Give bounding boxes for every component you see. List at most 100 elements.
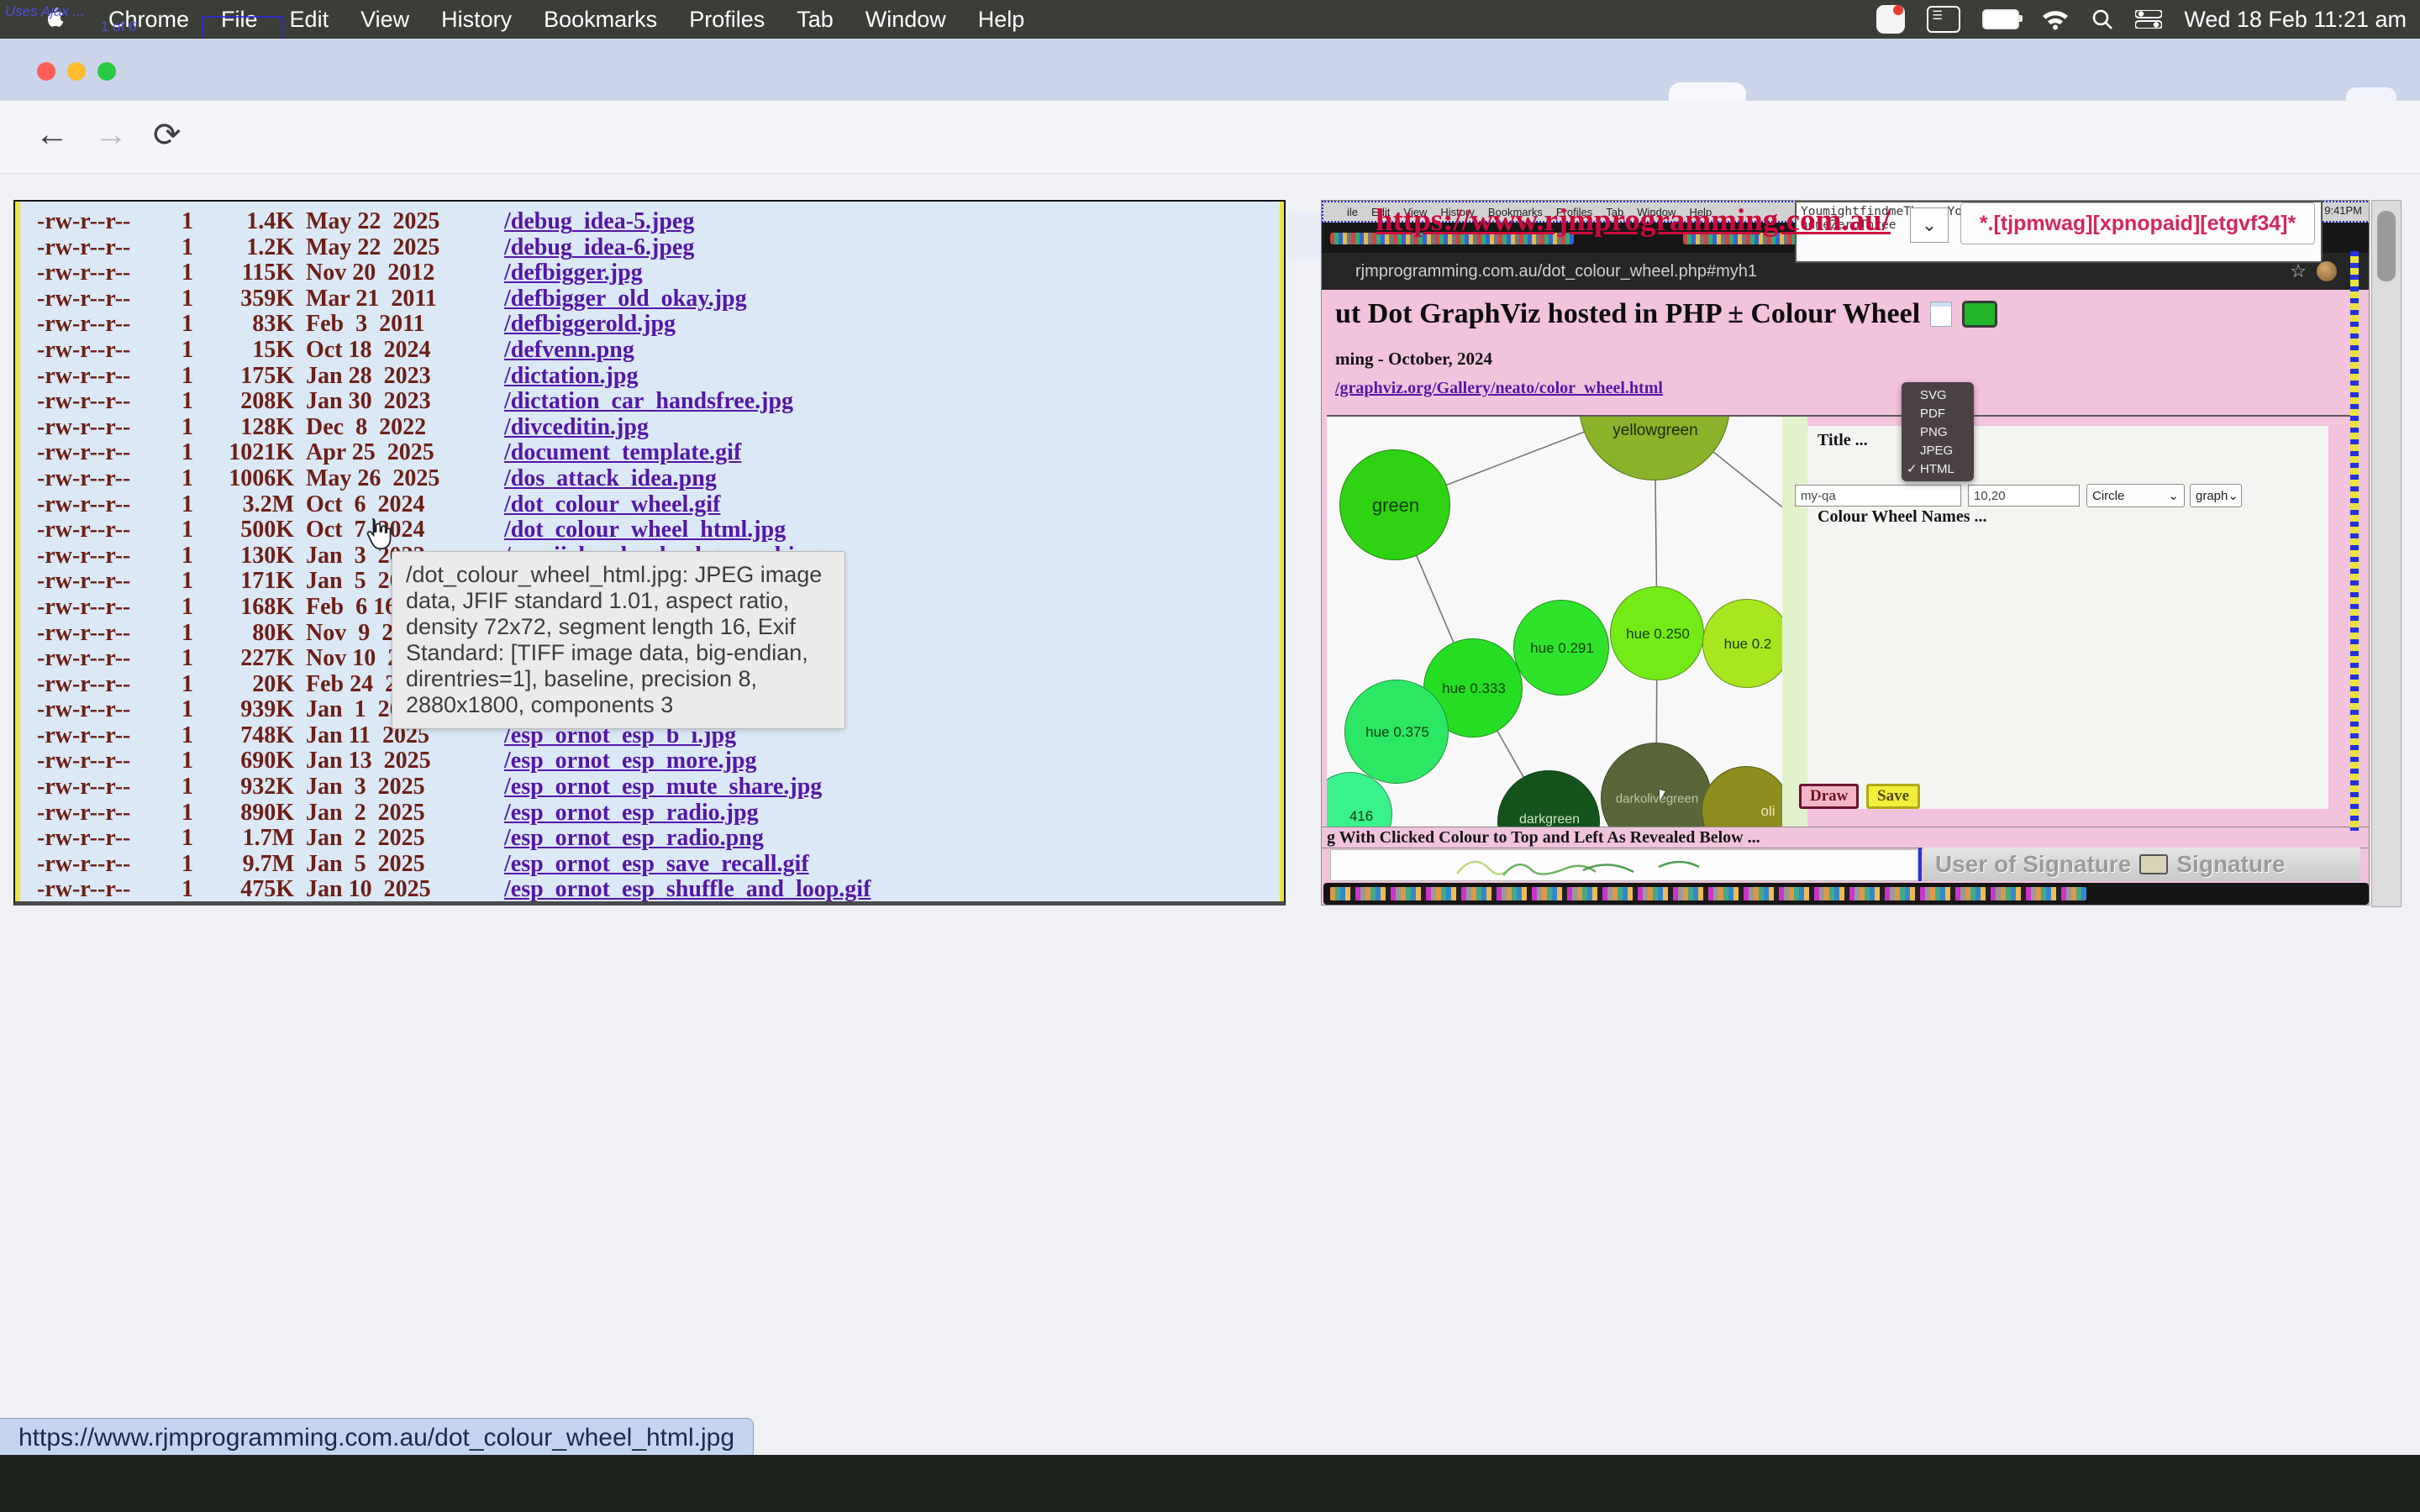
menu-bar-item[interactable]: View [345,7,425,33]
file-link[interactable]: /dictation_car_handsfree.jpg [504,388,793,415]
file-link[interactable]: /dot_colour_wheel.gif [504,491,720,518]
file-permissions: -rw-r--r-- [37,825,182,852]
wheel-node-label: darkgreen [1519,812,1580,827]
file-link[interactable]: /dot_colour_wheel_html.jpg [504,517,786,543]
spotlight-search-icon[interactable] [2091,8,2113,30]
file-date: May 26 2025 [306,465,486,492]
format-dropdown-option[interactable]: PDF [1902,404,1974,423]
file-date: Jan 13 2025 [306,748,486,774]
file-link[interactable]: /esp_ornot_esp_mute_share.jpg [504,774,822,801]
format-dropdown-option[interactable]: SVG [1902,386,1974,404]
file-permissions: -rw-r--r-- [37,517,182,543]
wheel-node-label: darkolivegreen [1616,792,1698,806]
format-dropdown-option[interactable]: ✓ HTML [1902,459,1974,478]
file-link[interactable]: /defbigger.jpg [504,260,643,286]
file-size: 3.2M [207,491,294,518]
format-dropdown-option[interactable]: JPEG [1902,441,1974,459]
file-link-count: 1 [182,568,207,595]
file-date: Jan 2 2025 [306,825,486,852]
menu-bar-item[interactable]: Edit [274,7,345,33]
battery-icon[interactable] [1982,9,2019,29]
shape-select[interactable]: Circle⌄ [2086,484,2185,507]
file-permissions: -rw-r--r-- [37,260,182,286]
wheel-node-label: oli [1760,803,1775,820]
file-link-count: 1 [182,311,207,338]
file-permissions: -rw-r--r-- [37,645,182,672]
file-permissions: -rw-r--r-- [37,774,182,801]
reload-button[interactable]: ⟳ [153,116,182,155]
file-row: -rw-r--r-- 1 932K Jan 3 2025 /esp_ornot_… [37,774,1284,800]
scrollbar-thumb[interactable] [2377,211,2396,281]
file-permissions: -rw-r--r-- [37,722,182,749]
keyboard-icon[interactable] [1927,6,1960,33]
inner-overlay-select: ⌄ [1910,207,1949,243]
status-bar-link-preview: https://www.rjmprogramming.com.au/dot_co… [0,1418,754,1458]
menu-bar-item[interactable]: Window [850,7,962,33]
back-button[interactable]: ← [35,116,69,154]
window-close-button[interactable] [37,62,55,81]
window-minimize-button[interactable] [67,62,86,81]
mode-select[interactable]: graph⌄ [2190,484,2242,507]
file-info-tooltip: /dot_colour_wheel_html.jpg: JPEG image d… [392,551,845,729]
save-button[interactable]: Save [1866,784,1920,809]
file-link[interactable]: /dictation.jpg [504,363,638,390]
file-size: 1.7M [207,825,294,852]
format-dropdown-option[interactable]: PNG [1902,423,1974,441]
chrome-tab-strip: ✎ ✎ ✎ ◐ G ✎ [0,39,2420,101]
file-size: 475K [207,876,294,903]
colour-wheel-graph: green yellowgreen hue 0.333 hue 0.291 [1327,417,1782,827]
preview-scrollbar[interactable] [2371,200,2402,907]
wheel-node: hue 0.250 [1610,586,1704,680]
file-link[interactable]: /debug_idea-6.jpeg [504,234,694,261]
file-link[interactable]: /esp_ornot_esp_radio.jpg [504,800,759,827]
file-link-count: 1 [182,286,207,312]
file-link[interactable]: /esp_ornot_esp_radio.png [504,825,764,852]
file-size: 1.2K [207,234,294,261]
file-link[interactable]: /defbigger_old_okay.jpg [504,286,747,312]
file-row: -rw-r--r-- 1 1.7M Jan 2 2025 /esp_ornot_… [37,825,1284,851]
size-input[interactable] [1968,485,2080,507]
menu-bar-item[interactable]: Profiles [673,7,781,33]
signature-canvas[interactable] [1330,849,1918,881]
file-permissions: -rw-r--r-- [37,337,182,364]
file-link[interactable]: /defbiggerold.jpg [504,311,676,338]
inner-menu-item: ile [1347,206,1358,218]
file-link[interactable]: /document_template.gif [504,439,741,466]
forward-button[interactable]: → [94,116,128,154]
file-date: Feb 3 2011 [306,311,486,338]
file-link[interactable]: /esp_ornot_esp_more.jpg [504,748,756,774]
menu-bar-item[interactable]: Tab [781,7,850,33]
wifi-icon[interactable] [2041,8,2070,30]
screen: Uses Ajax ... 1 of 6 ChromeFileEditViewH… [0,0,2420,1512]
file-link[interactable]: /divceditin.jpg [504,414,649,441]
menubar-app-icon[interactable] [1876,5,1905,34]
control-center-icon[interactable] [2135,10,2162,29]
title-label: Title ... [1818,431,1868,450]
window-zoom-button[interactable] [97,62,116,81]
menu-bar-clock[interactable]: Wed 18 Feb 11:21 am [2184,7,2407,33]
title-input[interactable] [1795,485,1961,507]
file-permissions: -rw-r--r-- [37,748,182,774]
file-size: 171K [207,568,294,595]
file-link-count: 1 [182,774,207,801]
file-row: -rw-r--r-- 1 1.4K May 22 2025 /debug_ide… [37,208,1284,234]
file-row: -rw-r--r-- 1 175K Jan 28 2023 /dictation… [37,363,1284,389]
file-link[interactable]: /dos_attack_idea.png [504,465,717,492]
file-link[interactable]: /esp_ornot_esp_save_recall.gif [504,851,809,878]
inner-page-heading: ut Dot GraphViz hosted in PHP ± Colour W… [1335,298,1997,330]
file-size: 500K [207,517,294,543]
menu-bar-item[interactable]: History [425,7,528,33]
draw-button[interactable]: Draw [1799,784,1859,809]
file-row: -rw-r--r-- 1 475K Jan 10 2025 /esp_ornot… [37,876,1284,902]
file-link[interactable]: /defvenn.png [504,337,634,364]
file-permissions: -rw-r--r-- [37,286,182,312]
file-link[interactable]: /debug_idea-5.jpeg [504,208,694,235]
file-row: -rw-r--r-- 1 1021K Apr 25 2025 /document… [37,439,1284,465]
file-link-count: 1 [182,696,207,723]
file-link[interactable]: /esp_ornot_esp_shuffle_and_loop.gif [504,876,871,903]
file-permissions: -rw-r--r-- [37,696,182,723]
file-size: 130K [207,543,294,570]
file-date: May 22 2025 [306,208,486,235]
menu-bar-item[interactable]: Bookmarks [528,7,673,33]
menu-bar-item[interactable]: Help [962,7,1041,33]
